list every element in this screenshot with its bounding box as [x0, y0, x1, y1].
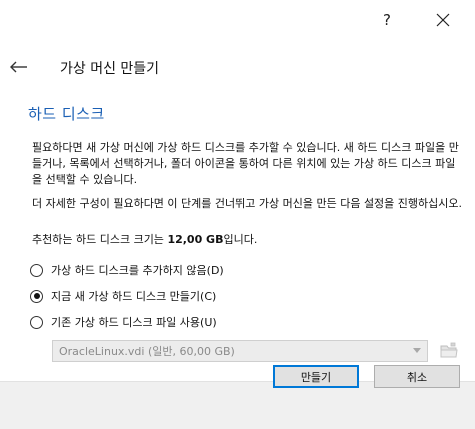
folder-icon	[440, 342, 458, 358]
close-icon	[436, 13, 450, 27]
option-use-existing-disk[interactable]: 기존 가상 하드 디스크 파일 사용(U)	[30, 314, 217, 330]
recommend-prefix: 추천하는 하드 디스크 크기는	[32, 233, 168, 246]
option-no-disk[interactable]: 가상 하드 디스크를 추가하지 않음(D)	[30, 262, 224, 278]
cancel-button[interactable]: 취소	[374, 365, 460, 388]
option-use-existing-disk-label: 기존 가상 하드 디스크 파일 사용(U)	[51, 316, 217, 329]
choose-disk-file-button[interactable]	[438, 340, 460, 362]
radio-use-existing-disk[interactable]	[30, 315, 43, 329]
option-no-disk-label: 가상 하드 디스크를 추가하지 않음(D)	[51, 264, 224, 277]
wizard-title: 가상 머신 만들기	[60, 61, 160, 77]
help-button[interactable]: ?	[372, 8, 402, 32]
radio-no-disk[interactable]	[30, 263, 43, 277]
radio-create-new-disk[interactable]	[30, 289, 43, 303]
description-paragraph-1: 필요하다면 새 가상 머신에 가상 하드 디스크를 추가할 수 있습니다. 새 …	[32, 141, 459, 186]
cancel-button-label: 취소	[406, 370, 428, 384]
existing-disk-select[interactable]: OracleLinux.vdi (일반, 60,00 GB)	[52, 340, 428, 362]
back-button[interactable]	[8, 57, 30, 77]
option-create-new-disk[interactable]: 지금 새 가상 하드 디스크 만들기(C)	[30, 288, 216, 304]
create-vm-dialog: ? 가상 머신 만들기 하드 디스크 필요하다면 새 가상 머신에 가상 하드 …	[0, 0, 475, 429]
option-create-new-disk-label: 지금 새 가상 하드 디스크 만들기(C)	[51, 290, 217, 303]
help-label: ?	[383, 11, 391, 29]
back-arrow-icon	[10, 61, 27, 73]
chevron-down-icon	[413, 348, 421, 353]
recommended-size-value: 12,00 GB	[167, 233, 224, 246]
recommend-suffix: 입니다.	[223, 233, 258, 246]
section-title: 하드 디스크	[28, 105, 105, 123]
description-paragraph-2: 더 자세한 구성이 필요하다면 이 단계를 건너뛰고 가상 머신을 만든 다음 …	[32, 197, 463, 210]
recommended-size-text: 추천하는 하드 디스크 크기는 12,00 GB입니다.	[32, 232, 462, 248]
button-bar	[0, 381, 475, 429]
create-button[interactable]: 만들기	[273, 365, 359, 388]
create-button-label: 만들기	[300, 370, 332, 384]
existing-disk-select-value: OracleLinux.vdi (일반, 60,00 GB)	[59, 345, 235, 358]
close-button[interactable]	[428, 6, 458, 34]
